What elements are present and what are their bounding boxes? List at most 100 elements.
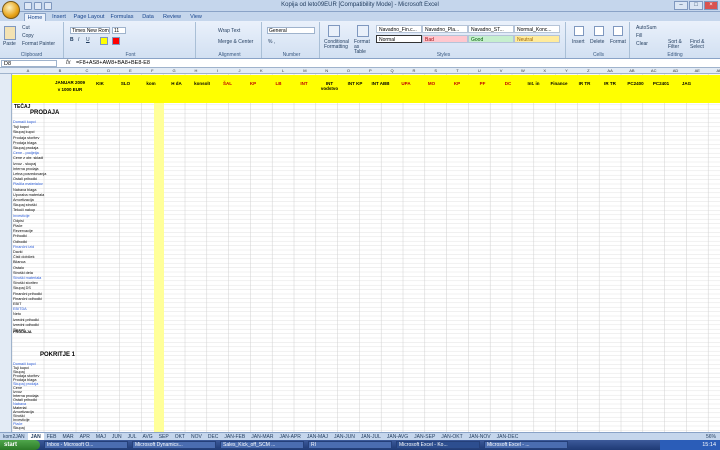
paste-icon[interactable] (4, 26, 16, 40)
style-neutral[interactable]: Neutral (514, 35, 560, 43)
row-label: Skupaj stroški (13, 203, 37, 208)
font-label: Font (125, 52, 136, 58)
row-label: Amortizacija (13, 198, 34, 202)
row-label: Cene z obr. skladi (13, 156, 44, 161)
row-label: Izvoz - skupaj (13, 161, 37, 166)
clipboard-label: Clipboard (20, 52, 43, 58)
clipboard-group: Paste Cut Copy Format Painter Clipboard (0, 22, 64, 58)
number-format-select[interactable]: General (267, 27, 315, 34)
format-icon[interactable] (613, 26, 623, 36)
tab-data[interactable]: Data (138, 13, 158, 21)
wrap-text-button[interactable]: Wrap Text (218, 28, 240, 34)
cut-button[interactable]: Cut (22, 25, 30, 31)
close-button[interactable]: × (704, 1, 718, 10)
header-column-label: DC (504, 81, 512, 86)
style-bad[interactable]: Bad (422, 35, 468, 43)
header-column-label: PF (479, 81, 486, 86)
tab-page-layout[interactable]: Page Layout (72, 13, 106, 21)
row-label: Letna posredovanja (13, 172, 47, 176)
header-column-label: konsolI (194, 81, 210, 86)
format-button[interactable]: Format (610, 39, 626, 45)
row-label: Stroški dela (13, 270, 33, 275)
taskbar-task[interactable]: RI (308, 441, 392, 449)
conditional-formatting-button[interactable]: Conditional Formatting (324, 40, 352, 50)
format-painter-button[interactable]: Format Painter (22, 41, 55, 47)
name-box[interactable]: D8 (1, 60, 57, 67)
formula-input[interactable]: =F8+AS8+AW8+BA8+BE8-E8 (76, 59, 150, 68)
style-cell-2[interactable]: Navadno_Pla... (422, 25, 468, 33)
tab-formulas[interactable]: Formulas (108, 13, 136, 21)
header-unit: v 1000 EUR (57, 87, 83, 92)
italic-button[interactable]: I (78, 37, 79, 43)
taskbar: start Inbox - Microsoft O... Microsoft Dy… (0, 440, 720, 450)
underline-button[interactable]: U (86, 37, 90, 43)
start-button[interactable]: start (0, 440, 40, 450)
fx-icon[interactable]: fx (66, 59, 71, 68)
tab-review[interactable]: Review (160, 13, 184, 21)
taskbar-task[interactable]: Microsoft Excel - ... (484, 441, 568, 449)
undo-icon[interactable] (34, 2, 42, 10)
section-tecaj: TEČAJ (14, 104, 31, 110)
tab-insert[interactable]: Insert (48, 13, 70, 21)
fill-color-icon[interactable] (100, 37, 108, 45)
row-label: Skupaj DS (13, 286, 31, 291)
office-button[interactable] (2, 1, 20, 19)
title-bar: Kopija od leto09EUR [Compatibility Mode]… (0, 0, 720, 12)
styles-label: Styles (436, 52, 451, 58)
row-label: Domači kupci (13, 120, 36, 124)
header-column-label: LB (275, 81, 282, 86)
insert-icon[interactable] (574, 26, 584, 36)
taskbar-task[interactable]: Inbox - Microsoft O... (44, 441, 128, 449)
maximize-button[interactable]: □ (689, 1, 703, 10)
font-name-select[interactable]: Times New Rom (70, 27, 110, 34)
style-cell-4[interactable]: Normal_Konc... (514, 25, 560, 33)
percent-button[interactable]: % , (268, 39, 275, 45)
formula-bar: D8 fx =F8+AS8+AW8+BA8+BE8-E8 (0, 59, 720, 68)
fill-button[interactable]: Fill (636, 33, 642, 39)
font-color-icon[interactable] (112, 37, 120, 45)
bold-button[interactable]: B (70, 37, 74, 43)
worksheet: ABCDEFGHIJKLMNOPQRSTUVWXYZAAABACADAEAF J… (0, 68, 720, 432)
row-label: Bilanca (13, 260, 26, 265)
row-label: Plačila materialov (13, 182, 43, 187)
copy-button[interactable]: Copy (22, 33, 34, 39)
format-as-table-icon[interactable] (357, 25, 369, 37)
header-column-label: JAG (681, 81, 692, 86)
conditional-formatting-icon[interactable] (328, 25, 340, 37)
save-icon[interactable] (24, 2, 32, 10)
row-label: Izredni prihodki (13, 317, 39, 322)
row-label: Prodaja storitev (13, 135, 40, 140)
tab-home[interactable]: Home (24, 13, 46, 21)
sort-filter-button[interactable]: Sort & Filter (668, 40, 690, 50)
taskbar-task[interactable]: Microsoft Excel - Ko... (396, 441, 480, 449)
style-cell-1[interactable]: Navadno_Fin.c... (376, 25, 422, 33)
header-column-label: PC2400 (627, 81, 644, 86)
minimize-button[interactable]: – (674, 1, 688, 10)
redo-icon[interactable] (44, 2, 52, 10)
style-cell-3[interactable]: Navadno_ST... (468, 25, 514, 33)
system-clock: 15:14 (660, 440, 720, 450)
tab-view[interactable]: View (186, 13, 206, 21)
style-good[interactable]: Good (468, 35, 514, 43)
cell-grid[interactable] (12, 74, 720, 432)
paste-button[interactable]: Paste (3, 41, 16, 47)
taskbar-task[interactable]: Microsoft Dynamics... (132, 441, 216, 449)
taskbar-task[interactable]: Sales_Kick_off_SCM ... (220, 441, 304, 449)
insert-button[interactable]: Insert (572, 39, 585, 45)
row-label: Investicije (13, 213, 30, 218)
autosum-button[interactable]: AutoSum (636, 25, 657, 31)
find-select-button[interactable]: Find & Select (690, 40, 712, 50)
delete-icon[interactable] (594, 26, 604, 36)
delete-button[interactable]: Delete (590, 39, 604, 45)
header-column-label: Finance (550, 81, 568, 86)
style-normal[interactable]: Normal (376, 35, 422, 43)
header-band (12, 75, 720, 103)
row-label: Interna prodaja (13, 166, 39, 171)
merge-center-button[interactable]: Merge & Center (218, 39, 253, 45)
header-column-label: KIK (96, 81, 104, 86)
header-column-label: KP (249, 81, 257, 86)
font-size-select[interactable]: 11 (112, 27, 126, 34)
row-label: Stroški materiala (13, 276, 42, 280)
clear-button[interactable]: Clear (636, 41, 648, 47)
header-column-label: INT KP (347, 81, 363, 86)
